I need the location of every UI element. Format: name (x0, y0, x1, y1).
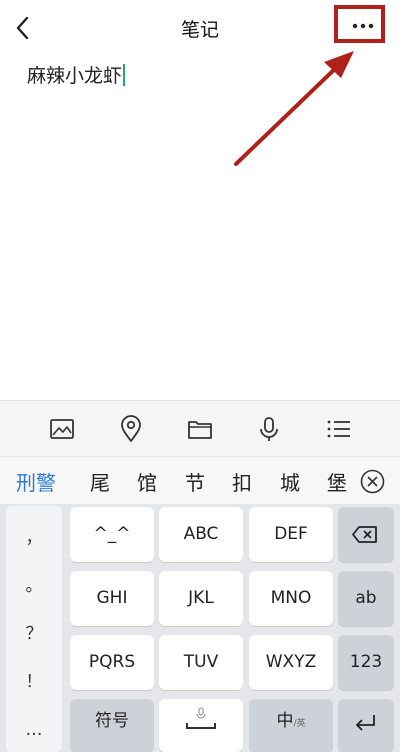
candidate-item[interactable]: 堡 (327, 467, 347, 496)
insert-image-button[interactable] (44, 411, 80, 447)
candidate-item[interactable]: 刑警 (16, 467, 56, 496)
list-icon (327, 420, 350, 438)
punctuation-key[interactable]: ， (6, 514, 62, 562)
punctuation-key[interactable]: ？ (6, 610, 62, 658)
backspace-key[interactable] (338, 507, 394, 562)
key-abc[interactable]: ABC (159, 507, 243, 562)
folder-icon (188, 421, 212, 439)
punctuation-key[interactable]: … (6, 706, 62, 752)
close-circle-icon (360, 469, 385, 494)
space-bar-glyph (186, 723, 216, 729)
annotation-highlight-box (334, 5, 385, 43)
image-icon (50, 419, 74, 439)
enter-key[interactable] (338, 699, 394, 752)
key-jkl[interactable]: JKL (159, 571, 243, 626)
space-key[interactable] (159, 699, 243, 752)
insert-file-button[interactable] (182, 411, 218, 447)
language-sub-label: /英 (293, 719, 306, 729)
insert-location-button[interactable] (113, 411, 149, 447)
enter-icon (356, 715, 375, 731)
header-bar: 笔记 (0, 0, 400, 56)
candidate-item[interactable]: 扣 (232, 467, 252, 496)
key-mno[interactable]: MNO (249, 571, 333, 626)
punctuation-key[interactable]: 。 (6, 562, 62, 610)
backspace-icon (352, 526, 377, 543)
key-ghi[interactable]: GHI (70, 571, 154, 626)
candidate-item[interactable]: 节 (185, 467, 205, 496)
ime-candidate-bar: 刑警 尾 馆 节 扣 城 堡 (0, 456, 400, 504)
language-switch-key[interactable]: 中/英 (249, 699, 333, 752)
note-content-field[interactable]: 麻辣小龙虾 (27, 61, 126, 88)
candidate-item[interactable]: 尾 (90, 467, 110, 496)
symbols-key[interactable]: 符号 (70, 699, 154, 752)
note-content-text: 麻辣小龙虾 (27, 65, 123, 87)
list-format-button[interactable] (320, 411, 356, 447)
punctuation-key[interactable]: ！ (6, 658, 62, 706)
punctuation-column: ， 。 ？ ！ … (6, 506, 62, 752)
voice-input-button[interactable] (251, 411, 287, 447)
key-def[interactable]: DEF (249, 507, 333, 562)
t9-keyboard: ， 。 ？ ！ … ^_^ ABC DEF GHI JKL MNO ab PQR… (0, 504, 400, 752)
microphone-icon (260, 417, 278, 441)
candidate-item[interactable]: 馆 (137, 467, 157, 496)
location-icon (121, 415, 141, 442)
candidate-item[interactable]: 城 (280, 467, 300, 496)
text-caret (123, 64, 126, 86)
note-toolbar (0, 400, 400, 456)
close-candidates-button[interactable] (359, 468, 386, 495)
key-emoticon[interactable]: ^_^ (70, 507, 154, 562)
key-wxyz[interactable]: WXYZ (249, 635, 333, 690)
key-pqrs[interactable]: PQRS (70, 635, 154, 690)
microphone-icon (196, 707, 206, 719)
switch-numbers-key[interactable]: 123 (338, 635, 394, 690)
key-tuv[interactable]: TUV (159, 635, 243, 690)
language-main-label: 中 (276, 711, 294, 731)
switch-letters-key[interactable]: ab (338, 571, 394, 626)
